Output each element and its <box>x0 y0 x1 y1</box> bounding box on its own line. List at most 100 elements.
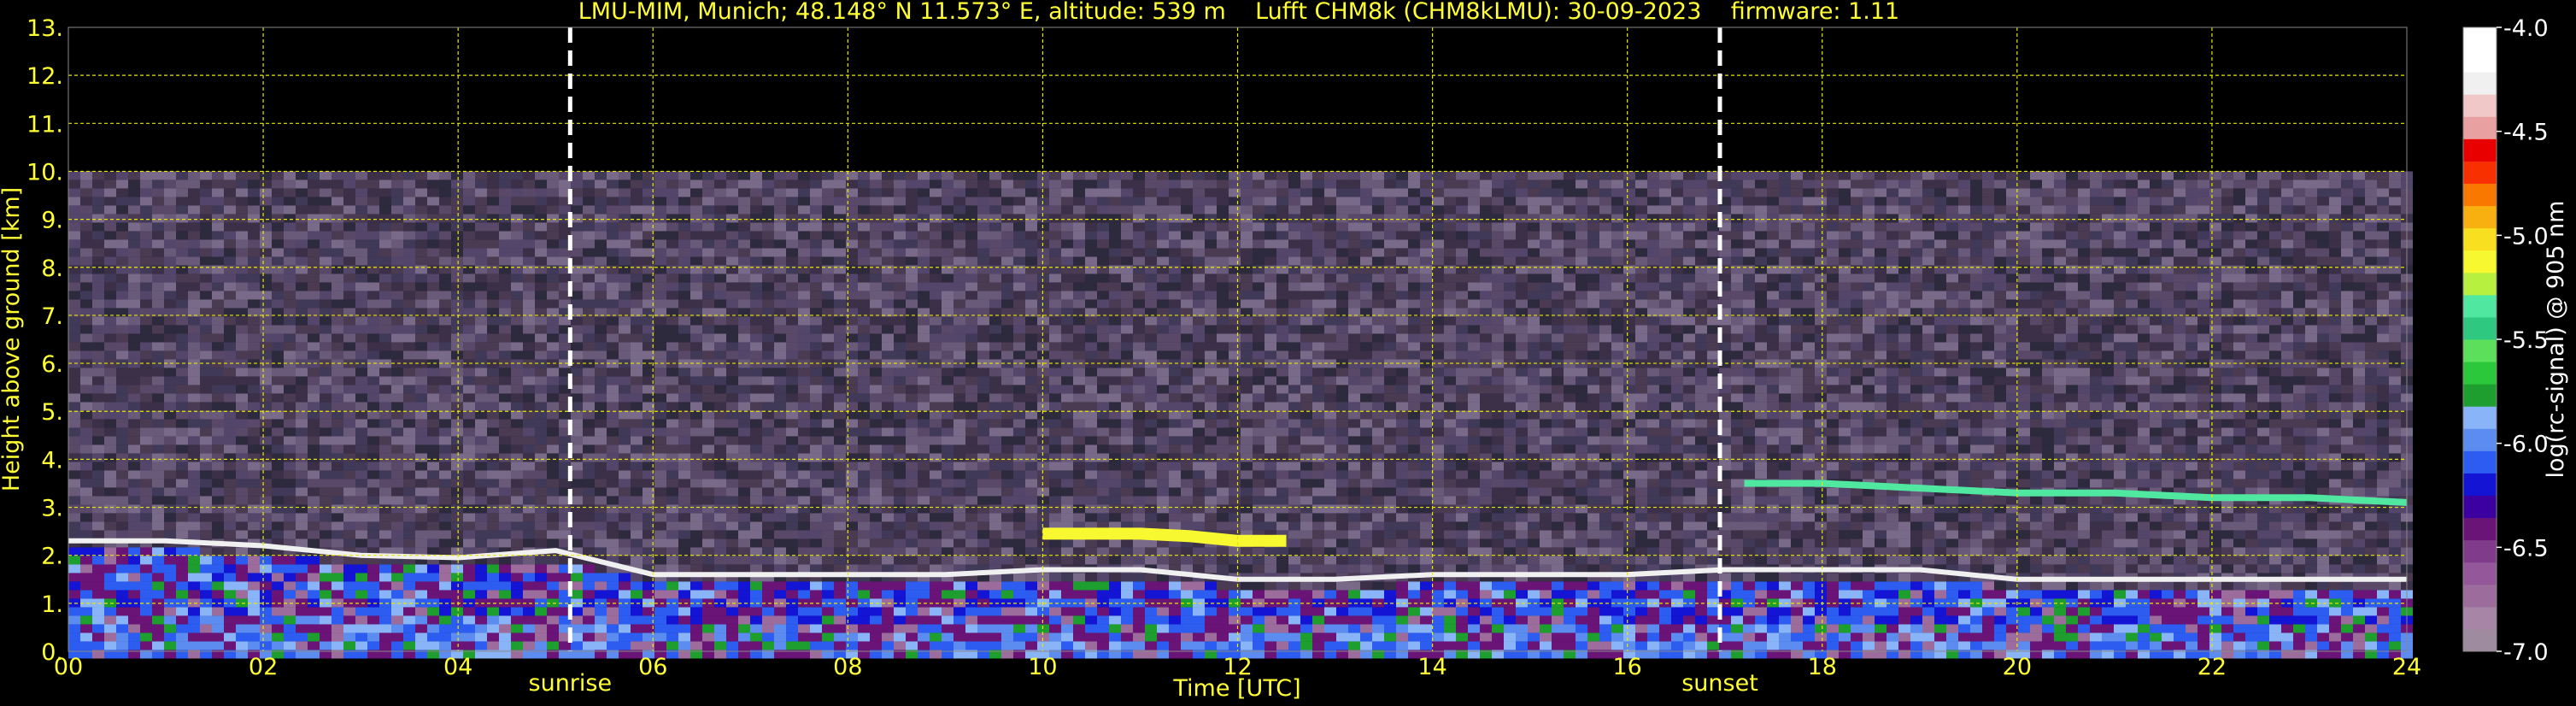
backscatter-cell <box>977 299 989 309</box>
backscatter-cell <box>284 231 296 240</box>
backscatter-cell <box>427 385 439 394</box>
backscatter-cell <box>236 470 248 479</box>
backscatter-cell <box>236 325 248 334</box>
backscatter-cell <box>882 530 894 539</box>
backscatter-cell <box>989 641 1001 650</box>
backscatter-cell <box>535 470 547 479</box>
backscatter-cell <box>248 453 260 462</box>
backscatter-cell <box>427 453 439 462</box>
backscatter-cell <box>798 214 810 223</box>
backscatter-cell <box>834 342 846 351</box>
backscatter-cell <box>487 350 499 360</box>
backscatter-cell <box>463 444 475 454</box>
backscatter-cell <box>607 538 619 548</box>
backscatter-cell <box>535 487 547 497</box>
backscatter-cell <box>188 521 200 531</box>
backscatter-cell <box>415 444 427 454</box>
backscatter-cell <box>320 350 332 360</box>
backscatter-cell <box>164 590 176 599</box>
backscatter-cell <box>511 453 523 462</box>
backscatter-cell <box>810 590 822 599</box>
backscatter-cell <box>379 521 391 531</box>
backscatter-cell <box>1073 436 1085 445</box>
backscatter-cell <box>989 171 1001 180</box>
backscatter-cell <box>1025 222 1037 232</box>
backscatter-cell <box>427 564 439 574</box>
backscatter-cell <box>475 462 487 471</box>
backscatter-cell <box>858 205 870 215</box>
backscatter-cell <box>68 453 80 462</box>
backscatter-cell <box>391 607 403 616</box>
backscatter-cell <box>595 521 607 531</box>
backscatter-cell <box>619 444 631 454</box>
backscatter-cell <box>906 239 918 249</box>
backscatter-cell <box>810 256 822 266</box>
backscatter-cell <box>631 385 643 394</box>
backscatter-cell <box>439 316 451 326</box>
backscatter-cell <box>906 171 918 180</box>
backscatter-cell <box>906 504 918 514</box>
backscatter-cell <box>798 291 810 300</box>
backscatter-cell <box>343 479 355 488</box>
backscatter-cell <box>391 419 403 428</box>
backscatter-cell <box>858 376 870 385</box>
backscatter-cell <box>654 462 666 471</box>
backscatter-cell <box>1025 521 1037 531</box>
backscatter-cell <box>977 342 989 351</box>
backscatter-cell <box>798 436 810 445</box>
backscatter-cell <box>906 462 918 471</box>
backscatter-cell <box>236 556 248 565</box>
backscatter-cell <box>714 342 726 351</box>
backscatter-cell <box>104 436 116 445</box>
backscatter-cell <box>977 410 989 420</box>
backscatter-cell <box>666 376 678 385</box>
backscatter-cell <box>774 470 786 479</box>
backscatter-cell <box>834 171 846 180</box>
backscatter-cell <box>595 419 607 428</box>
backscatter-cell <box>834 197 846 206</box>
backscatter-cell <box>666 171 678 180</box>
backscatter-cell <box>750 385 762 394</box>
backscatter-cell <box>571 573 583 582</box>
backscatter-cell <box>619 487 631 497</box>
backscatter-cell <box>965 607 977 616</box>
backscatter-cell <box>427 590 439 599</box>
backscatter-cell <box>786 325 798 334</box>
backscatter-cell <box>977 530 989 539</box>
backscatter-cell <box>128 470 140 479</box>
backscatter-cell <box>260 590 272 599</box>
backscatter-cell <box>475 530 487 539</box>
backscatter-cell <box>427 197 439 206</box>
backscatter-cell <box>140 504 152 514</box>
backscatter-cell <box>918 581 930 591</box>
backscatter-cell <box>499 350 511 360</box>
backscatter-cell <box>822 607 834 616</box>
backscatter-cell <box>248 444 260 454</box>
backscatter-cell <box>894 299 906 309</box>
backscatter-cell <box>415 171 427 180</box>
backscatter-cell <box>1109 256 1121 266</box>
backscatter-cell <box>1073 179 1085 189</box>
backscatter-cell <box>308 231 320 240</box>
backscatter-cell <box>463 222 475 232</box>
backscatter-cell <box>619 350 631 360</box>
backscatter-cell <box>930 342 942 351</box>
backscatter-cell <box>834 556 846 565</box>
backscatter-cell <box>714 214 726 223</box>
backscatter-cell <box>355 325 367 334</box>
backscatter-cell <box>128 402 140 411</box>
backscatter-cell <box>882 171 894 180</box>
backscatter-cell <box>415 624 427 633</box>
backscatter-cell <box>1013 410 1025 420</box>
backscatter-cell <box>272 530 284 539</box>
backscatter-cell <box>762 487 774 497</box>
backscatter-cell <box>212 436 224 445</box>
backscatter-cell <box>894 342 906 351</box>
backscatter-cell <box>296 179 308 189</box>
backscatter-cell <box>1085 436 1097 445</box>
backscatter-cell <box>690 171 702 180</box>
backscatter-cell <box>834 205 846 215</box>
backscatter-cell <box>870 487 882 497</box>
backscatter-cell <box>906 632 918 642</box>
backscatter-cell <box>487 410 499 420</box>
